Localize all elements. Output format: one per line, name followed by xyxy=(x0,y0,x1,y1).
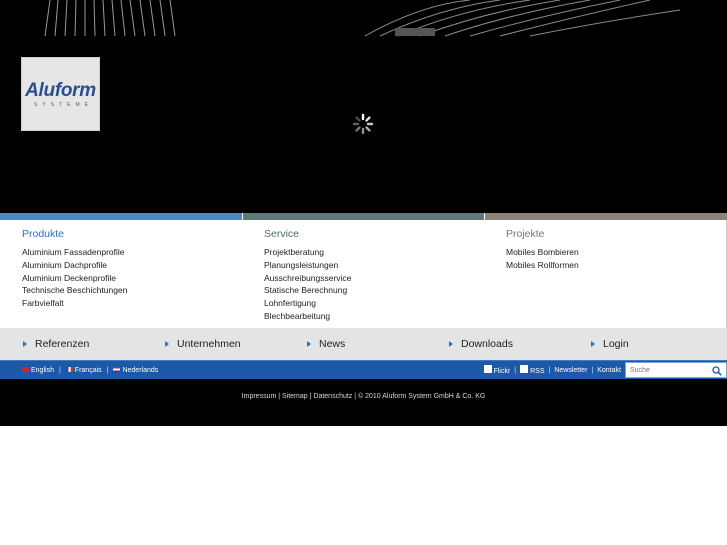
utility-links: Flickr | RSS | Newsletter | Kontakt xyxy=(483,361,621,379)
mega-menu: Produkte Aluminium Fassadenprofile Alumi… xyxy=(0,220,727,328)
nav-item-news[interactable]: News xyxy=(307,328,345,360)
link-kontakt[interactable]: Kontakt xyxy=(597,367,621,374)
strip-produkte xyxy=(0,213,243,220)
menu-item[interactable]: Blechbearbeitung xyxy=(264,310,351,323)
main-nav-bar: Referenzen Unternehmen News Downloads Lo… xyxy=(0,328,727,360)
link-label: Flickr xyxy=(493,368,511,375)
footer-links[interactable]: Impressum | Sitemap | Datenschutz | © 20… xyxy=(0,393,727,400)
nav-label: Login xyxy=(603,338,629,350)
strip-projekte xyxy=(485,213,727,220)
menu-item[interactable]: Planungsleistungen xyxy=(264,259,351,272)
aluform-logo[interactable]: Aluform SYSTEME xyxy=(21,57,100,131)
lang-francais[interactable]: Français xyxy=(65,366,102,374)
hero-banner: Aluform SYSTEME xyxy=(0,0,727,213)
menu-item[interactable]: Mobiles Bombieren xyxy=(506,246,579,259)
menu-item[interactable]: Lohnfertigung xyxy=(264,297,351,310)
lang-label: Nederlands xyxy=(122,366,159,374)
link-rss[interactable]: RSS xyxy=(520,365,545,375)
logo-word: Aluform xyxy=(25,79,96,101)
search-input[interactable] xyxy=(626,363,710,377)
link-label: RSS xyxy=(530,368,545,375)
menu-column-projekte: Projekte Mobiles Bombieren Mobiles Rollf… xyxy=(506,228,579,272)
nav-label: Downloads xyxy=(461,338,513,350)
search-box xyxy=(625,362,727,378)
language-bar: English | Français | Nederlands Flickr |… xyxy=(0,360,727,379)
loading-spinner-icon xyxy=(352,113,374,135)
link-newsletter[interactable]: Newsletter xyxy=(554,367,587,374)
menu-title-service[interactable]: Service xyxy=(264,228,351,240)
menu-item[interactable]: Aluminium Dachprofile xyxy=(22,259,127,272)
separator: | xyxy=(106,366,109,374)
lang-label: English xyxy=(31,366,54,374)
search-icon[interactable] xyxy=(712,366,722,376)
language-links: English | Français | Nederlands xyxy=(22,361,158,379)
lang-label: Français xyxy=(74,366,102,374)
menu-title-produkte[interactable]: Produkte xyxy=(22,228,127,240)
nav-item-referenzen[interactable]: Referenzen xyxy=(23,328,89,360)
separator: | xyxy=(514,366,517,374)
menu-item[interactable]: Mobiles Rollformen xyxy=(506,259,579,272)
nav-item-downloads[interactable]: Downloads xyxy=(449,328,513,360)
arrow-right-icon xyxy=(449,341,453,347)
link-flickr[interactable]: Flickr xyxy=(483,365,511,375)
architecture-graphic xyxy=(44,0,681,37)
logo-subtitle: SYSTEME xyxy=(34,101,93,108)
menu-item[interactable]: Statische Berechnung xyxy=(264,284,351,297)
menu-item[interactable]: Aluminium Fassadenprofile xyxy=(22,246,127,259)
separator: | xyxy=(548,366,551,374)
arrow-right-icon xyxy=(591,341,595,347)
arrow-right-icon xyxy=(165,341,169,347)
lang-nederlands[interactable]: Nederlands xyxy=(113,366,159,374)
arrow-right-icon xyxy=(307,341,311,347)
arrow-right-icon xyxy=(23,341,27,347)
menu-item[interactable]: Projektberatung xyxy=(264,246,351,259)
strip-service xyxy=(243,213,485,220)
separator: | xyxy=(58,366,61,374)
nl-flag-icon xyxy=(113,366,121,372)
menu-item[interactable]: Technische Beschichtungen xyxy=(22,284,127,297)
footer: Impressum | Sitemap | Datenschutz | © 20… xyxy=(0,379,727,426)
fr-flag-icon xyxy=(65,366,73,372)
nav-label: Unternehmen xyxy=(177,338,241,350)
menu-item[interactable]: Farbvielfalt xyxy=(22,297,127,310)
nav-label: Referenzen xyxy=(35,338,90,350)
uk-flag-icon xyxy=(22,366,29,372)
menu-title-projekte[interactable]: Projekte xyxy=(506,228,579,240)
nav-item-login[interactable]: Login xyxy=(591,328,629,360)
rss-icon xyxy=(520,365,529,373)
menu-item[interactable]: Ausschreibungsservice xyxy=(264,272,351,285)
menu-column-produkte: Produkte Aluminium Fassadenprofile Alumi… xyxy=(22,228,127,310)
separator: | xyxy=(591,366,594,374)
nav-label: News xyxy=(319,338,346,350)
menu-item[interactable]: Aluminium Deckenprofile xyxy=(22,272,127,285)
section-color-strip xyxy=(0,213,727,220)
menu-column-service: Service Projektberatung Planungsleistung… xyxy=(264,228,351,323)
flickr-icon xyxy=(483,365,492,373)
lang-english[interactable]: English xyxy=(22,366,54,374)
nav-item-unternehmen[interactable]: Unternehmen xyxy=(165,328,241,360)
